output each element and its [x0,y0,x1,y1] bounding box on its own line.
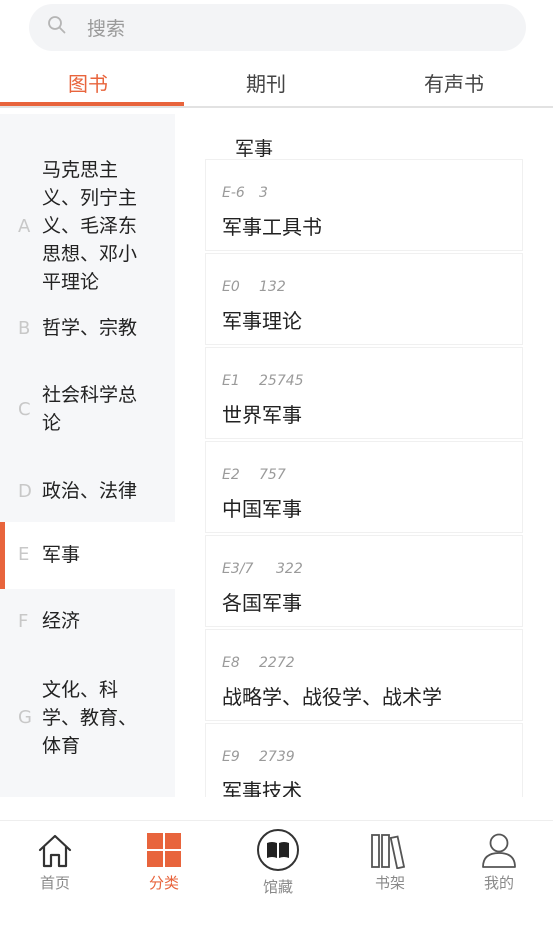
search-input[interactable]: 搜索 [87,14,125,41]
sidebar-item-g[interactable]: G 文化、科学、教育、体育 [0,669,175,779]
class-code: E0 [222,279,240,295]
bookshelf-icon [371,834,406,869]
item-title: 军事技术 [222,779,302,797]
tab-audiobooks[interactable]: 有声书 [424,68,484,97]
nav-label: 书架 [374,874,405,892]
item-count: 757 [259,467,286,483]
list-item[interactable]: E2 757 中国军事 [205,441,523,533]
list-item[interactable]: E9 2739 军事技术 [205,723,523,797]
nav-home[interactable]: 首页 [5,821,105,901]
tabs-divider [0,106,553,108]
class-code: E-6 [222,185,245,201]
nav-label: 分类 [148,874,179,892]
sidebar-item-label: 政治、法律 [42,480,138,502]
item-count: 2739 [259,749,295,765]
item-title: 各国军事 [222,591,302,615]
section-title: 军事 [235,138,274,160]
subcategory-list: E-6 3 军事工具书 E0 132 军事理论 E1 25745 世界军事 E2… [205,159,523,797]
sidebar-item-b[interactable]: B 哲学、宗教 [0,304,175,354]
item-title: 战略学、战役学、战术学 [222,685,442,709]
sidebar-item-label: 文化、科学、教育、体育 [42,679,138,757]
sidebar-item-a[interactable]: A 马克思主义、列宁主义、毛泽东思想、邓小平理论 [0,134,175,293]
profile-icon [482,833,516,868]
class-code: E2 [222,467,240,483]
category-sidebar: A 马克思主义、列宁主义、毛泽东思想、邓小平理论 B 哲学、宗教 C 社会科学总… [0,114,175,797]
class-code: E3/7 [222,561,254,577]
nav-bookshelf[interactable]: 书架 [340,821,440,901]
nav-profile[interactable]: 我的 [449,821,549,901]
category-icon [147,833,181,867]
sidebar-item-letter: A [18,216,31,237]
sidebar-item-letter: F [18,611,29,632]
tab-journals[interactable]: 期刊 [246,68,286,97]
sidebar-item-label: 军事 [42,544,81,566]
sidebar-item-c[interactable]: C 社会科学总论 [0,369,175,449]
list-item[interactable]: E-6 3 军事工具书 [205,159,523,251]
sidebar-item-letter: C [18,399,31,420]
sidebar-item-label: 经济 [42,610,81,632]
class-code: E8 [222,655,240,671]
nav-label: 首页 [39,874,70,892]
tab-bar: 图书 期刊 有声书 [0,58,553,108]
item-count: 322 [276,561,303,577]
list-item[interactable]: E0 132 军事理论 [205,253,523,345]
tab-books[interactable]: 图书 [68,68,108,97]
item-title: 中国军事 [222,497,302,521]
nav-label: 我的 [483,874,514,892]
home-icon [38,834,72,868]
sidebar-item-e[interactable]: E 军事 [0,522,175,589]
sidebar-item-d[interactable]: D 政治、法律 [0,469,175,519]
sidebar-item-f[interactable]: F 经济 [0,599,175,649]
item-count: 25745 [259,373,304,389]
item-title: 军事工具书 [222,215,322,239]
class-code: E9 [222,749,240,765]
sidebar-item-letter: E [18,544,30,565]
sidebar-item-label: 社会科学总论 [42,384,138,434]
list-item[interactable]: E8 2272 战略学、战役学、战术学 [205,629,523,721]
list-item[interactable]: E1 25745 世界军事 [205,347,523,439]
list-item[interactable]: E3/7 322 各国军事 [205,535,523,627]
collection-icon [257,829,299,871]
sidebar-item-label: 哲学、宗教 [42,317,138,339]
item-title: 军事理论 [222,309,302,333]
search-icon [48,16,66,34]
nav-category[interactable]: 分类 [114,821,214,901]
item-title: 世界军事 [222,403,302,427]
class-code: E1 [222,373,240,389]
item-count: 132 [259,279,286,295]
sidebar-item-letter: B [18,318,31,339]
sidebar-item-letter: G [18,707,32,728]
item-count: 3 [259,185,268,201]
sidebar-item-letter: D [18,481,32,502]
nav-label: 馆藏 [262,878,293,896]
bottom-nav: 首页 分类 馆藏 书架 我的 [0,820,553,943]
sidebar-item-label: 马克思主义、列宁主义、毛泽东思想、邓小平理论 [42,159,138,293]
active-indicator [0,522,5,589]
item-count: 2272 [259,655,295,671]
nav-collection[interactable]: 馆藏 [228,821,328,901]
